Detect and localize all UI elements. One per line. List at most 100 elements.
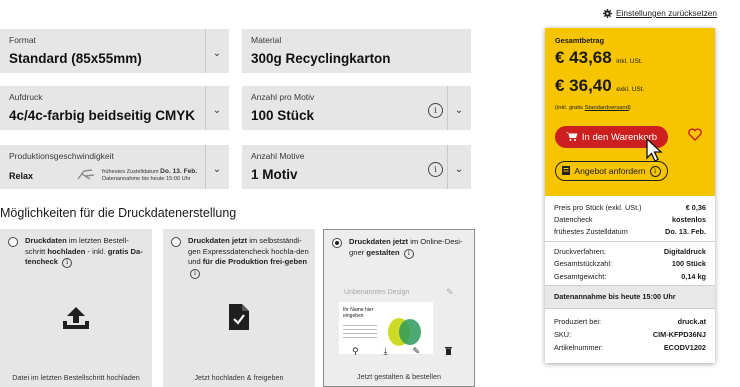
- row-value: Digitaldruck: [663, 247, 706, 256]
- radio-button-selected[interactable]: [332, 238, 342, 248]
- option-footer: Datei im letzten Bestellschritt hochlade…: [12, 373, 140, 382]
- row-value: € 0,36: [685, 203, 706, 212]
- row-value: kostenlos: [671, 215, 706, 224]
- gear-icon: [603, 8, 612, 18]
- shipping-link[interactable]: Standardversand: [585, 105, 629, 111]
- delivery-prefix: frühestes Zustelldatum: [102, 169, 159, 175]
- motifs-value: 1 Motiv: [251, 167, 298, 182]
- preview-lines: [343, 325, 377, 326]
- price-summary-card: Gesamtbetrag € 43,68 inkl. USt. € 36,40 …: [545, 28, 715, 363]
- option-text-bold: gestalten: [366, 247, 400, 257]
- print-select[interactable]: Aufdruck 4c/4c-farbig beidseitig CMYK ⌄: [0, 86, 229, 130]
- chevron-down-icon[interactable]: ⌄: [448, 105, 470, 116]
- material-value: 300g Recyclingkarton: [251, 51, 391, 66]
- option-description: Druckdaten jetzt im selbstständi-gen Exp…: [188, 236, 310, 279]
- info-icon[interactable]: i: [428, 162, 443, 177]
- summary-row: frühestes Zustelldatum Do. 13. Feb.: [554, 227, 706, 236]
- row-key: frühestes Zustelldatum: [554, 227, 628, 236]
- radio-button[interactable]: [8, 237, 18, 247]
- option-text-bold: für die Produktion frei-geben: [202, 257, 307, 266]
- print-label: Aufdruck: [9, 92, 43, 102]
- shipping-note: (inkl. gratis Standardversand): [555, 105, 631, 111]
- shipping-suffix: ): [628, 105, 631, 111]
- request-quote-label: Angebot anfordern: [574, 166, 646, 176]
- row-value: Do. 13. Feb.: [665, 227, 706, 236]
- speed-value: Relax: [9, 171, 34, 181]
- reset-settings-label: Einstellungen zurücksetzen: [616, 8, 718, 18]
- format-select[interactable]: Format Standard (85x55mm) ⌄: [0, 29, 229, 73]
- pencil-icon[interactable]: ✎: [412, 346, 420, 357]
- search-icon[interactable]: ⚲: [352, 346, 359, 357]
- pencil-icon[interactable]: ✎: [446, 287, 454, 298]
- info-icon[interactable]: i: [428, 103, 443, 118]
- format-value: Standard (85x55mm): [9, 51, 142, 66]
- summary-row: SKU: CIM-KFPD36NJ: [554, 330, 706, 339]
- print-value: 4c/4c-farbig beidseitig CMYK: [9, 108, 196, 123]
- document-icon: [562, 165, 571, 177]
- gross-price: € 43,68 inkl. USt.: [555, 48, 643, 68]
- row-key: Gesamtstückzahl:: [554, 259, 612, 268]
- divider: [545, 308, 715, 309]
- format-label: Format: [9, 35, 36, 45]
- option-footer: Jetzt hochladen & freigeben: [194, 373, 284, 382]
- net-price: € 36,40 exkl. USt.: [555, 76, 644, 96]
- info-icon[interactable]: i: [403, 248, 414, 259]
- chevron-down-icon[interactable]: ⌄: [206, 105, 228, 116]
- motifs-select[interactable]: Anzahl Motive 1 Motiv i ⌄: [242, 145, 471, 189]
- chevron-down-icon[interactable]: ⌄: [206, 164, 228, 175]
- summary-row: Produziert bei: druck.at: [554, 317, 706, 326]
- qty-per-motif-select[interactable]: Anzahl pro Motiv 100 Stück i ⌄: [242, 86, 471, 130]
- option-description: Druckdaten jetzt im Online-Desi-gner ges…: [349, 237, 471, 259]
- delivery-info: frühestes Zustelldatum Do. 13. Feb. Date…: [102, 168, 204, 183]
- option-description: Druckdaten im letzten Bestell-schritt ho…: [25, 236, 147, 268]
- row-value: 100 Stück: [671, 259, 706, 268]
- summary-row: Gesamtgewicht: 0,14 kg: [554, 272, 706, 281]
- row-key: Gesamtgewicht:: [554, 272, 607, 281]
- row-key: SKU:: [554, 330, 572, 339]
- shipping-prefix: (inkl. gratis: [555, 105, 585, 111]
- motifs-label: Anzahl Motive: [251, 151, 305, 161]
- preview-toolbar: ⚲ ⤓ ✎: [352, 346, 452, 357]
- trash-icon[interactable]: [444, 346, 452, 357]
- option-text: - inkl.: [85, 246, 108, 256]
- reset-settings-link[interactable]: Einstellungen zurücksetzen: [603, 8, 717, 18]
- file-check-icon: [228, 303, 250, 336]
- option-text-bold: Druckdaten jetzt: [188, 236, 248, 245]
- chevron-down-icon[interactable]: ⌄: [448, 164, 470, 175]
- heart-icon[interactable]: [688, 128, 702, 146]
- cart-icon: [565, 131, 578, 144]
- summary-row: Artikelnummer: ECODV1202: [554, 343, 706, 352]
- summary-row: Datencheck kostenlos: [554, 215, 706, 224]
- info-icon[interactable]: i: [62, 258, 73, 268]
- delivery-date: Do. 13. Feb.: [160, 168, 198, 175]
- option-online-designer[interactable]: Druckdaten jetzt im Online-Desi-gner ges…: [323, 229, 475, 387]
- material-select[interactable]: Material 300g Recyclingkarton: [242, 29, 471, 73]
- row-value: 0,14 kg: [681, 272, 706, 281]
- chevron-down-icon[interactable]: ⌄: [206, 48, 228, 59]
- options-title: Möglichkeiten für die Druckdatenerstellu…: [0, 206, 237, 220]
- row-value: ECODV1202: [663, 343, 706, 352]
- row-key: Druckverfahren:: [554, 247, 606, 256]
- speed-select[interactable]: Produktionsgeschwindigkeit Relax frühest…: [0, 145, 229, 189]
- option-upload-later[interactable]: Druckdaten im letzten Bestell-schritt ho…: [0, 229, 152, 387]
- speed-label: Produktionsgeschwindigkeit: [9, 151, 114, 161]
- upload-icon: [62, 306, 90, 335]
- deadline-text: Datenannahme bis heute 15:00 Uhr: [554, 292, 676, 301]
- net-suffix: exkl. USt.: [616, 86, 645, 93]
- radio-button[interactable]: [171, 237, 181, 247]
- info-icon[interactable]: i: [190, 268, 200, 279]
- option-text-bold: hochladen: [47, 246, 86, 256]
- gross-amount: € 43,68: [555, 48, 612, 67]
- row-key: Artikelnummer:: [554, 343, 604, 352]
- gross-suffix: inkl. USt.: [616, 58, 643, 65]
- divider: [545, 241, 715, 242]
- delivery-note: Datenannahme bis heute 15:00 Uhr: [102, 176, 191, 182]
- summary-row: Druckverfahren: Digitaldruck: [554, 247, 706, 256]
- row-value: druck.at: [677, 317, 706, 326]
- option-footer: Jetzt gestalten & bestellen: [357, 372, 441, 381]
- price-summary-header: Gesamtbetrag € 43,68 inkl. USt. € 36,40 …: [545, 28, 715, 196]
- option-express-check[interactable]: Druckdaten jetzt im selbstständi-gen Exp…: [163, 229, 315, 387]
- row-value: CIM-KFPD36NJ: [652, 330, 706, 339]
- download-icon[interactable]: ⤓: [384, 346, 388, 357]
- row-key: Produziert bei:: [554, 317, 602, 326]
